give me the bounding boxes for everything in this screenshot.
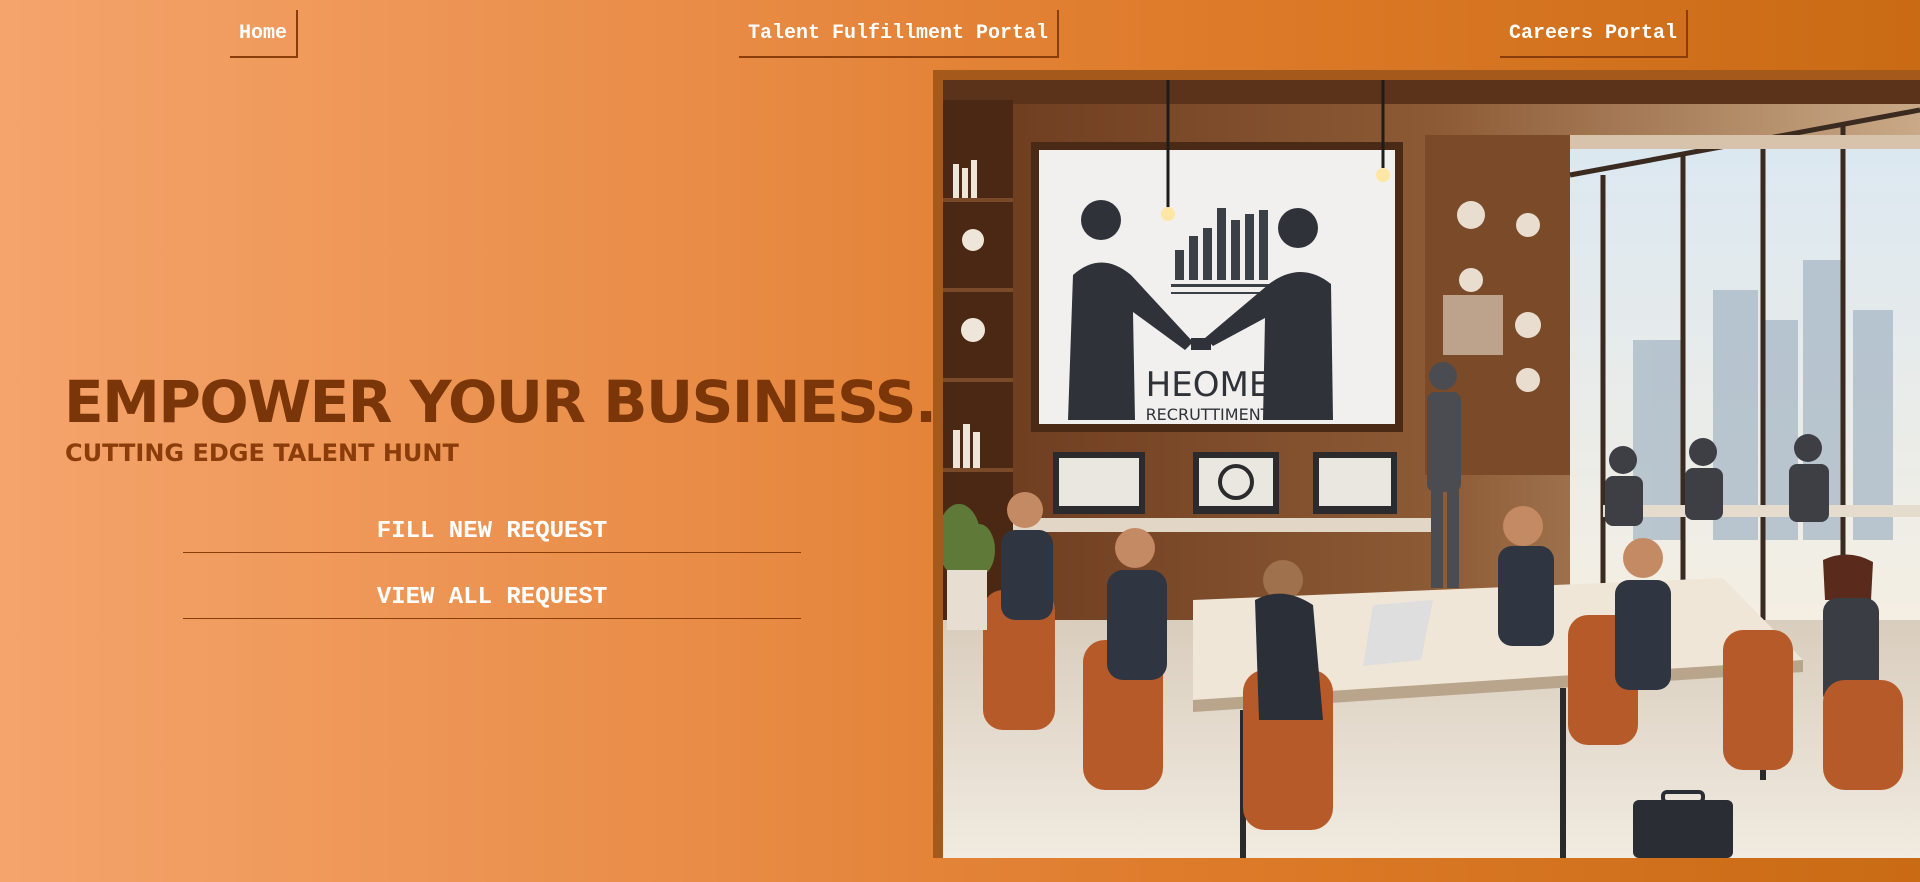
hero-title: EMPOWER YOUR BUSINESS. [64, 368, 937, 436]
view-all-request-button[interactable]: VIEW ALL REQUEST [183, 577, 801, 619]
nav-careers-portal-link[interactable]: Careers Portal [1500, 10, 1689, 58]
recruitment-office-illustration: HEOME RECRUTTIMENT [943, 80, 1920, 858]
nav-talent-fulfillment-portal-link[interactable]: Talent Fulfillment Portal [739, 10, 1060, 58]
hero-subtitle: CUTTING EDGE TALENT HUNT [65, 439, 459, 467]
hero-image-frame: HEOME RECRUTTIMENT [933, 70, 1920, 858]
fill-new-request-button[interactable]: FILL NEW REQUEST [183, 511, 801, 553]
screen-text-line2: RECRUTTIMENT [1146, 405, 1271, 424]
screen-text-line1: HEOME [1146, 365, 1271, 405]
nav-home-link[interactable]: Home [230, 10, 299, 58]
